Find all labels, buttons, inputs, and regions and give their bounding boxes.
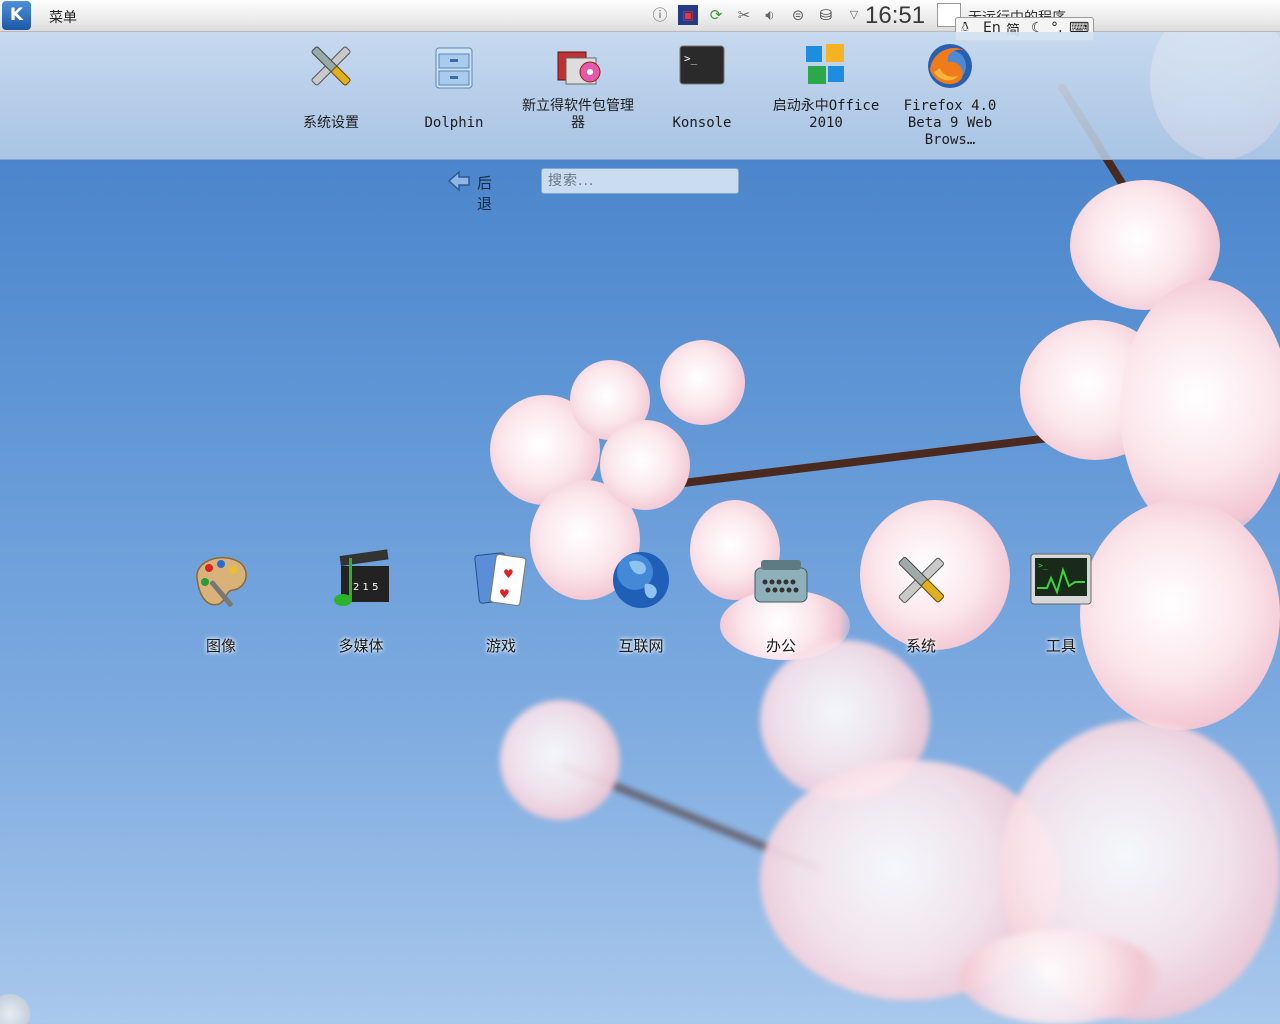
favorite-label: 新立得软件包管理器 bbox=[522, 98, 634, 131]
device-notifier-icon[interactable]: ⛁ bbox=[816, 5, 836, 25]
favorite-system-settings[interactable]: 系统设置 bbox=[271, 40, 391, 132]
category-label: 工具 bbox=[1045, 637, 1076, 655]
monitor-icon: >_ bbox=[1029, 548, 1093, 612]
volume-icon[interactable]: 🔉︎ bbox=[760, 5, 780, 25]
category-multimedia[interactable]: 2 1 5 多媒体 bbox=[301, 548, 421, 656]
favorite-firefox[interactable]: Firefox 4.0 Beta 9 Web Brows… bbox=[890, 40, 1010, 149]
category-games[interactable]: ♥ ♥ 游戏 bbox=[441, 548, 561, 656]
top-panel: K 菜单 ⓘ ▣ ⟳ ✂ 🔉︎ ⊜ ⛁ ▽ 16:51 无运行中的程序 🐧︎ E… bbox=[0, 0, 1280, 41]
svg-text:♥: ♥ bbox=[503, 567, 514, 581]
favorite-label: 启动永中Office 2010 bbox=[772, 98, 880, 131]
kde-menu-icon[interactable]: K bbox=[2, 1, 31, 30]
favorite-konsole[interactable]: >_ Konsole bbox=[642, 40, 762, 132]
svg-text:>_: >_ bbox=[1038, 561, 1048, 570]
file-manager-icon bbox=[428, 40, 480, 92]
favorite-dolphin[interactable]: Dolphin bbox=[394, 40, 514, 132]
wallpaper-blossom bbox=[600, 420, 690, 510]
terminal-icon: >_ bbox=[676, 40, 728, 92]
menu-label[interactable]: 菜单 bbox=[49, 7, 77, 27]
svg-text:2 1 5: 2 1 5 bbox=[353, 582, 378, 593]
favorite-office[interactable]: 启动永中Office 2010 bbox=[766, 40, 886, 132]
info-icon[interactable]: ⓘ bbox=[650, 5, 670, 25]
typewriter-icon bbox=[749, 548, 813, 612]
globe-icon bbox=[609, 548, 673, 612]
category-label: 图像 bbox=[205, 637, 236, 655]
office-icon bbox=[800, 40, 852, 92]
category-label: 互联网 bbox=[618, 637, 664, 655]
palette-icon bbox=[189, 548, 253, 612]
scissors-icon[interactable]: ✂ bbox=[734, 5, 754, 25]
category-label: 办公 bbox=[765, 637, 796, 655]
back-arrow-icon bbox=[447, 170, 471, 196]
category-utilities[interactable]: >_ 工具 bbox=[1001, 548, 1121, 656]
category-label: 游戏 bbox=[485, 637, 516, 655]
wallpaper-blossom bbox=[960, 930, 1160, 1024]
package-manager-icon bbox=[552, 40, 604, 92]
tools-icon bbox=[889, 548, 953, 612]
favorite-label: Firefox 4.0 Beta 9 Web Brows… bbox=[903, 98, 997, 148]
favorites-bar: 系统设置 Dolphin 新立得软件包管理器 >_ Konsole 启动永中Of… bbox=[0, 32, 1280, 160]
cards-icon: ♥ ♥ bbox=[469, 548, 533, 612]
svg-text:♥: ♥ bbox=[499, 587, 510, 601]
svg-text:>_: >_ bbox=[684, 52, 698, 65]
category-office[interactable]: 办公 bbox=[721, 548, 841, 656]
category-label: 多媒体 bbox=[338, 637, 384, 655]
network-icon[interactable]: ⊜ bbox=[788, 5, 808, 25]
category-internet[interactable]: 互联网 bbox=[581, 548, 701, 656]
favorite-label: Konsole bbox=[672, 115, 732, 131]
back-label: 后退 bbox=[477, 174, 493, 213]
search-input[interactable] bbox=[541, 168, 739, 194]
multimedia-icon: 2 1 5 bbox=[329, 548, 393, 612]
clock[interactable]: 16:51 bbox=[865, 2, 925, 30]
favorite-package-manager[interactable]: 新立得软件包管理器 bbox=[518, 40, 638, 132]
tray-expand-chevron-icon[interactable]: ▽ bbox=[844, 5, 864, 25]
category-graphics[interactable]: 图像 bbox=[161, 548, 281, 656]
tools-icon bbox=[305, 40, 357, 92]
category-system[interactable]: 系统 bbox=[861, 548, 981, 656]
favorite-label: Dolphin bbox=[424, 115, 484, 131]
wallpaper-blossom bbox=[500, 700, 620, 820]
favorite-label: 系统设置 bbox=[303, 115, 359, 131]
wallpaper-blossom bbox=[1120, 280, 1280, 540]
klipper-board-icon[interactable]: ▣ bbox=[678, 5, 698, 25]
update-icon[interactable]: ⟳ bbox=[706, 5, 726, 25]
wallpaper-blossom bbox=[660, 340, 745, 425]
category-label: 系统 bbox=[905, 637, 936, 655]
firefox-icon bbox=[924, 40, 976, 92]
